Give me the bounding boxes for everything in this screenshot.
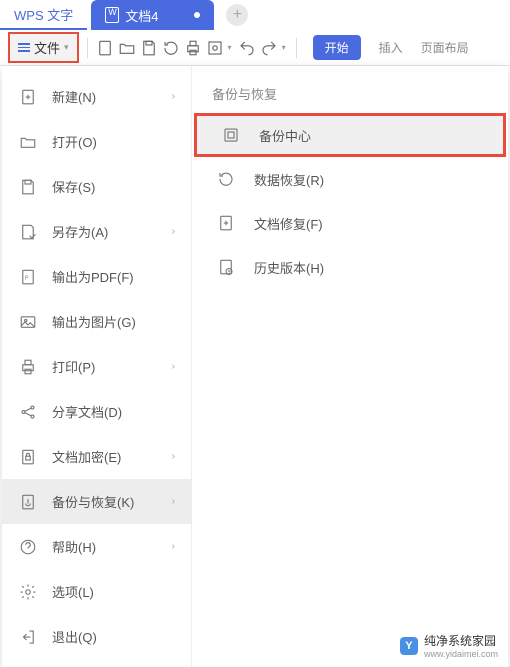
image-icon (18, 312, 38, 332)
menu-label: 打印(P) (52, 357, 158, 376)
menu-help[interactable]: 帮助(H) › (2, 524, 191, 569)
submenu-label: 数据恢复(R) (254, 170, 324, 189)
new-doc-icon (18, 87, 38, 107)
history-icon (216, 257, 236, 277)
submenu-data-recovery[interactable]: 数据恢复(R) (192, 157, 508, 201)
toolbar: 文件 ▾ ▾ ▾ 开始 插入 页面布局 (0, 30, 510, 66)
menu-open[interactable]: 打开(O) (2, 119, 191, 164)
chevron-down-icon: ▾ (64, 42, 69, 53)
tab-doc-label: 文档4 (125, 6, 158, 25)
menu-label: 文档加密(E) (52, 447, 158, 466)
submenu-doc-repair[interactable]: 文档修复(F) (192, 201, 508, 245)
menu-label: 新建(N) (52, 87, 158, 106)
chevron-right-icon: › (172, 226, 175, 237)
folder-icon (18, 132, 38, 152)
menu-share[interactable]: 分享文档(D) (2, 389, 191, 434)
help-icon (18, 537, 38, 557)
menu-save-as[interactable]: 另存为(A) › (2, 209, 191, 254)
redo-icon[interactable] (260, 39, 278, 57)
ribbon-tab-insert[interactable]: 插入 (379, 39, 403, 56)
save-icon[interactable] (140, 39, 158, 57)
print-preview-icon[interactable] (206, 39, 224, 57)
ribbon-tab-start[interactable]: 开始 (313, 35, 361, 60)
tab-wps-label: WPS 文字 (14, 5, 73, 24)
new-icon[interactable] (96, 39, 114, 57)
menu-label: 退出(Q) (52, 627, 175, 646)
save-as-icon (18, 222, 38, 242)
menu-label: 帮助(H) (52, 537, 158, 556)
dropdown-chevron-icon[interactable]: ▾ (228, 43, 232, 52)
tab-modified-indicator (194, 12, 200, 18)
menu-exit[interactable]: 退出(Q) (2, 614, 191, 659)
chevron-right-icon: › (172, 91, 175, 102)
document-icon (105, 7, 119, 23)
watermark-url: www.yidaimei.com (424, 649, 498, 659)
file-menu-column: 新建(N) › 打开(O) 保存(S) 另存为(A) › P 输出为PDF(F)… (2, 66, 192, 667)
submenu-history[interactable]: 历史版本(H) (192, 245, 508, 289)
menu-label: 打开(O) (52, 132, 175, 151)
submenu-label: 历史版本(H) (254, 258, 324, 277)
svg-text:P: P (25, 275, 29, 281)
backup-center-icon (221, 125, 241, 145)
menu-label: 分享文档(D) (52, 402, 175, 421)
watermark-text: 纯净系统家园 (424, 634, 496, 648)
ribbon-tab-page-layout[interactable]: 页面布局 (421, 39, 469, 56)
gear-icon (18, 582, 38, 602)
menu-label: 备份与恢复(K) (52, 492, 158, 511)
print-icon[interactable] (184, 39, 202, 57)
add-tab-button[interactable]: + (226, 4, 248, 26)
submenu-title: 备份与恢复 (192, 84, 508, 113)
exit-icon (18, 627, 38, 647)
dropdown-chevron-icon[interactable]: ▾ (282, 43, 286, 52)
menu-save[interactable]: 保存(S) (2, 164, 191, 209)
menu-label: 输出为PDF(F) (52, 267, 175, 286)
menu-options[interactable]: 选项(L) (2, 569, 191, 614)
toolbar-separator (87, 38, 88, 58)
file-dropdown-panel: 新建(N) › 打开(O) 保存(S) 另存为(A) › P 输出为PDF(F)… (2, 66, 508, 667)
menu-label: 另存为(A) (52, 222, 158, 241)
backup-submenu-column: 备份与恢复 备份中心 数据恢复(R) 文档修复(F) 历史版本(H) (192, 66, 508, 667)
chevron-right-icon: › (172, 496, 175, 507)
menu-label: 输出为图片(G) (52, 312, 175, 331)
lock-icon (18, 447, 38, 467)
tab-document[interactable]: 文档4 (91, 0, 214, 30)
menu-encrypt[interactable]: 文档加密(E) › (2, 434, 191, 479)
menu-label: 选项(L) (52, 582, 175, 601)
pdf-icon: P (18, 267, 38, 287)
file-menu-button[interactable]: 文件 ▾ (8, 32, 79, 63)
menu-new[interactable]: 新建(N) › (2, 74, 191, 119)
save-icon (18, 177, 38, 197)
open-icon[interactable] (118, 39, 136, 57)
menu-label: 保存(S) (52, 177, 175, 196)
tab-bar: WPS 文字 文档4 + (0, 0, 510, 30)
toolbar-separator (296, 38, 297, 58)
chevron-right-icon: › (172, 451, 175, 462)
undo-icon[interactable] (238, 39, 256, 57)
submenu-label: 文档修复(F) (254, 214, 323, 233)
menu-backup[interactable]: 备份与恢复(K) › (2, 479, 191, 524)
menu-export-image[interactable]: 输出为图片(G) (2, 299, 191, 344)
recovery-icon (216, 169, 236, 189)
submenu-backup-center[interactable]: 备份中心 (194, 113, 506, 157)
hamburger-icon (18, 43, 30, 52)
chevron-right-icon: › (172, 361, 175, 372)
menu-print[interactable]: 打印(P) › (2, 344, 191, 389)
refresh-icon[interactable] (162, 39, 180, 57)
watermark: Y 纯净系统家园 www.yidaimei.com (400, 632, 498, 659)
chevron-right-icon: › (172, 541, 175, 552)
menu-export-pdf[interactable]: P 输出为PDF(F) (2, 254, 191, 299)
watermark-logo-icon: Y (400, 637, 418, 655)
backup-icon (18, 492, 38, 512)
share-icon (18, 402, 38, 422)
print-icon (18, 357, 38, 377)
tab-wps-text[interactable]: WPS 文字 (0, 0, 87, 30)
file-button-label: 文件 (34, 38, 60, 57)
repair-icon (216, 213, 236, 233)
submenu-label: 备份中心 (259, 126, 311, 145)
